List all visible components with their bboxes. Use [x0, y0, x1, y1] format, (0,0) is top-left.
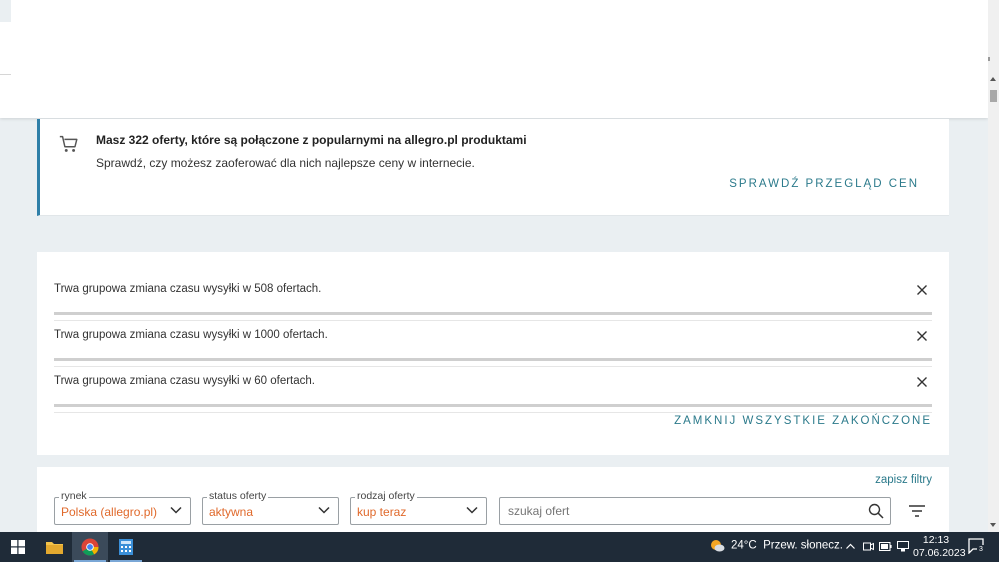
- market-value: Polska (allegro.pl): [61, 505, 158, 519]
- notification-item: Trwa grupowa zmiana czasu wysyłki w 60 o…: [54, 350, 932, 413]
- scrollbar-edge-mark: [988, 57, 990, 61]
- chrome-icon: [81, 538, 99, 556]
- notification-item: Trwa grupowa zmiana czasu wysyłki w 508 …: [54, 258, 932, 321]
- shopping-cart-icon: [59, 135, 78, 152]
- scrollbar-thumb[interactable]: [990, 90, 997, 102]
- notification-item: Trwa grupowa zmiana czasu wysyłki w 1000…: [54, 304, 932, 367]
- offer-type-value: kup teraz: [357, 505, 407, 519]
- page-scrollbar[interactable]: [988, 0, 999, 532]
- windows-taskbar: 24°C Przew. słonecz. 12:13 07.06.2023 3: [0, 532, 999, 562]
- offer-type-label: rodzaj oferty: [355, 490, 417, 502]
- notification-text: Trwa grupowa zmiana czasu wysyłki w 60 o…: [54, 375, 315, 387]
- bulk-change-notifications: Trwa grupowa zmiana czasu wysyłki w 508 …: [37, 252, 949, 455]
- weather-temperature: 24°C: [731, 539, 757, 552]
- clock-date: 07.06.2023: [913, 547, 966, 559]
- banner-title: Masz 322 oferty, które są połączone z po…: [96, 133, 527, 147]
- notification-divider: [54, 412, 932, 413]
- meet-now-icon[interactable]: [863, 541, 874, 552]
- notification-text: Trwa grupowa zmiana czasu wysyłki w 508 …: [54, 283, 322, 295]
- page-header: [0, 0, 988, 118]
- offer-status-value: aktywna: [209, 505, 254, 519]
- banner-subtitle: Sprawdź, czy możesz zaoferować dla nich …: [96, 156, 475, 170]
- chevron-down-icon: [170, 506, 182, 514]
- chrome-button[interactable]: [72, 532, 108, 562]
- check-price-overview-link[interactable]: SPRAWDŹ PRZEGLĄD CEN: [729, 178, 919, 190]
- chevron-down-icon: [466, 506, 478, 514]
- close-all-finished-link[interactable]: ZAMKNIJ WSZYSTKIE ZAKOŃCZONE: [674, 415, 932, 427]
- network-icon[interactable]: [897, 541, 909, 552]
- offer-search-box[interactable]: [499, 497, 891, 525]
- windows-logo-icon: [11, 540, 25, 554]
- price-comparison-banner: Masz 322 oferty, które są połączone z po…: [37, 119, 949, 216]
- offer-filters: zapisz filtry rynek Polska (allegro.pl) …: [37, 467, 949, 537]
- search-icon[interactable]: [868, 503, 884, 519]
- close-icon[interactable]: [916, 284, 928, 296]
- chevron-up-icon[interactable]: [846, 543, 855, 549]
- header-left-stub: [0, 0, 11, 22]
- chevron-down-icon: [318, 506, 330, 514]
- save-filters-link[interactable]: zapisz filtry: [875, 474, 932, 486]
- offer-status-select[interactable]: status oferty aktywna: [202, 490, 339, 525]
- calculator-icon: [119, 539, 133, 555]
- notification-text: Trwa grupowa zmiana czasu wysyłki w 1000…: [54, 329, 328, 341]
- close-icon[interactable]: [916, 376, 928, 388]
- progress-bar: [54, 404, 932, 407]
- offer-search-input[interactable]: [506, 503, 850, 519]
- offer-status-label: status oferty: [207, 490, 269, 502]
- weather-description: Przew. słonecz.: [763, 539, 843, 552]
- offer-type-select[interactable]: rodzaj oferty kup teraz: [350, 490, 487, 525]
- scroll-down-icon[interactable]: [990, 523, 996, 527]
- market-label: rynek: [59, 490, 89, 502]
- file-explorer-button[interactable]: [36, 532, 72, 562]
- clock-time: 12:13: [922, 534, 950, 546]
- header-divider: [0, 74, 11, 75]
- battery-icon[interactable]: [879, 542, 892, 551]
- folder-icon: [46, 542, 63, 554]
- close-icon[interactable]: [916, 330, 928, 342]
- calculator-button[interactable]: [108, 532, 144, 562]
- partly-sunny-icon: [711, 540, 725, 552]
- system-clock[interactable]: 12:13 07.06.2023: [913, 534, 966, 560]
- start-button[interactable]: [0, 532, 36, 562]
- filter-icon[interactable]: [909, 504, 925, 518]
- weather-widget[interactable]: 24°C Przew. słonecz.: [710, 539, 843, 552]
- market-select[interactable]: rynek Polska (allegro.pl): [54, 490, 191, 525]
- notification-count-badge: 3: [977, 545, 985, 554]
- scroll-up-icon[interactable]: [990, 77, 996, 81]
- action-center-button[interactable]: 3: [968, 538, 985, 555]
